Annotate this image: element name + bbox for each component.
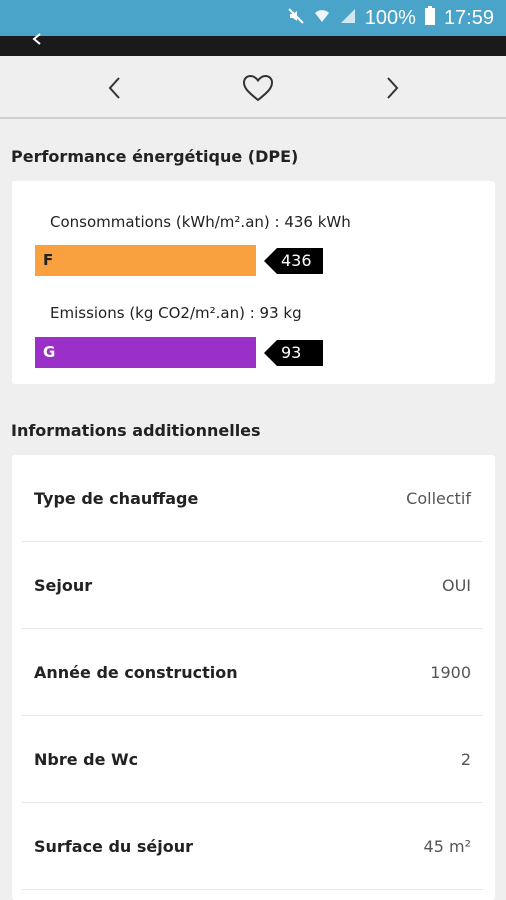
info-key: Nbre de Wc (34, 750, 139, 769)
info-key: Année de construction (34, 663, 238, 682)
chevron-right-icon (387, 77, 399, 99)
back-arrow-icon[interactable] (30, 30, 44, 51)
dpe-card: Consommations (kWh/m².an) : 436 kWh F 43… (12, 181, 495, 384)
heart-icon (242, 74, 274, 102)
info-key: Type de chauffage (34, 489, 199, 508)
info-value: Collectif (406, 489, 471, 508)
info-value: 1900 (430, 663, 471, 682)
info-value: OUI (441, 576, 471, 595)
favorite-button[interactable] (236, 66, 280, 110)
wifi-icon (313, 7, 331, 30)
battery-text: 100% (364, 6, 416, 29)
info-row: Type de chauffage Collectif (22, 455, 483, 542)
battery-icon (424, 5, 436, 31)
previous-button[interactable] (93, 66, 137, 110)
emissions-label: Emissions (kg CO2/m².an) : 93 kg (50, 304, 302, 322)
emissions-bar: G (35, 337, 256, 368)
consumption-label: Consommations (kWh/m².an) : 436 kWh (50, 213, 351, 231)
info-value: 45 m² (423, 837, 471, 856)
chevron-left-icon (108, 77, 120, 99)
emissions-value-tag: 93 (264, 340, 323, 366)
next-button[interactable] (370, 66, 414, 110)
dpe-section-title: Performance énergétique (DPE) (11, 147, 299, 166)
info-row: Sejour OUI (22, 542, 483, 629)
info-row: Année de construction 1900 (22, 629, 483, 716)
consumption-bar: F (35, 245, 256, 276)
app-bar (0, 33, 506, 56)
mute-icon (287, 7, 305, 30)
emissions-class: G (43, 343, 56, 361)
info-row: Surface du séjour 45 m² (22, 803, 483, 890)
info-value: 2 (460, 750, 471, 769)
clock: 17:59 (443, 6, 494, 29)
signal-icon (339, 7, 357, 30)
listing-nav-bar (0, 56, 506, 119)
info-key: Surface du séjour (34, 837, 194, 856)
info-card: Type de chauffage Collectif Sejour OUI A… (12, 455, 495, 900)
status-bar: 100% 17:59 (0, 0, 506, 36)
status-icons: 100% 17:59 (287, 0, 494, 36)
info-row: Nbre de Wc 2 (22, 716, 483, 803)
info-section-title: Informations additionnelles (11, 421, 261, 440)
info-key: Sejour (34, 576, 93, 595)
consumption-class: F (43, 251, 54, 269)
consumption-value-tag: 436 (264, 248, 323, 274)
